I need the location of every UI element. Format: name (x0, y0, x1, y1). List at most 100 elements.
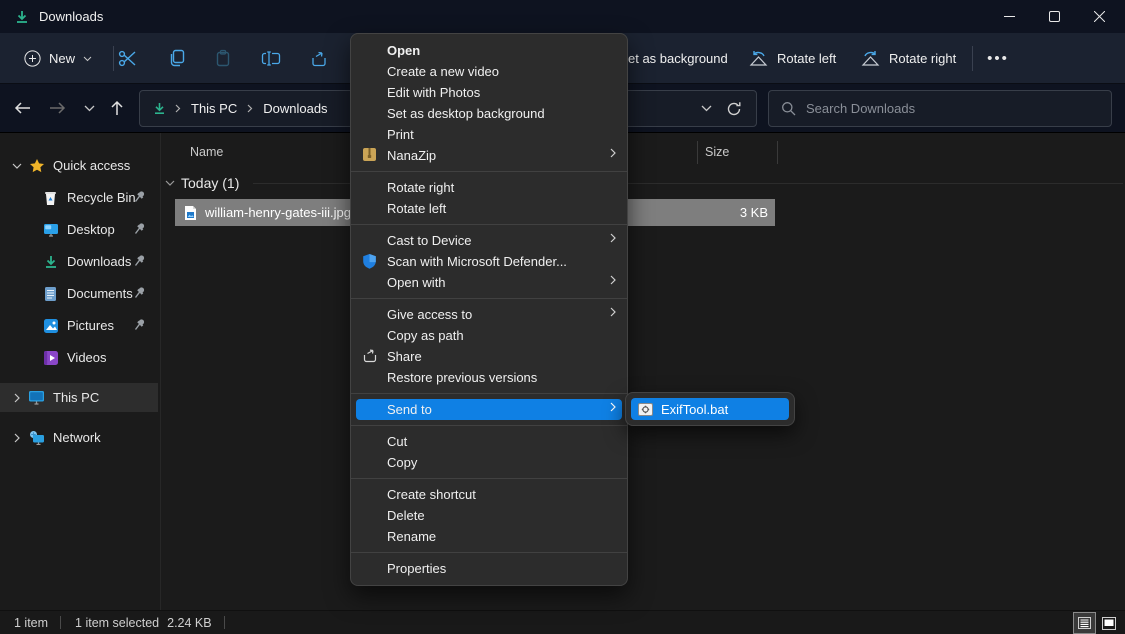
menu-item-give-access-to[interactable]: Give access to (351, 304, 627, 325)
pin-icon (134, 222, 146, 235)
rotate-left-label: Rotate left (777, 51, 836, 66)
search-box[interactable] (768, 90, 1112, 127)
menu-item-cut[interactable]: Cut (351, 431, 627, 452)
menu-item-cast-to-device[interactable]: Cast to Device (351, 230, 627, 251)
sidebar-item-videos[interactable]: Videos (0, 343, 158, 372)
set-as-background-button[interactable]: et as background (628, 33, 728, 84)
column-divider[interactable] (777, 141, 778, 164)
titlebar: Downloads (0, 0, 1125, 33)
selection-count: 1 item selected (75, 616, 159, 630)
videos-icon (42, 349, 59, 366)
maximize-button[interactable] (1032, 0, 1077, 33)
menu-item-rotate-left[interactable]: Rotate left (351, 198, 627, 219)
group-label: Today (1) (181, 175, 239, 191)
item-count: 1 item (14, 616, 48, 630)
menu-item-properties[interactable]: Properties (351, 558, 627, 579)
menu-item-rename[interactable]: Rename (351, 526, 627, 547)
sidebar-item-network[interactable]: Network (0, 423, 158, 452)
rename-button[interactable] (251, 39, 291, 77)
minimize-button[interactable] (987, 0, 1032, 33)
pin-icon (134, 286, 146, 299)
refresh-icon[interactable] (726, 101, 742, 117)
ellipsis-icon: ••• (987, 50, 1009, 67)
address-dropdown-chevron[interactable] (701, 105, 712, 112)
up-button[interactable] (101, 91, 133, 125)
search-input[interactable] (806, 101, 1086, 116)
menu-item-delete[interactable]: Delete (351, 505, 627, 526)
address-downloads-icon (152, 101, 167, 116)
group-header-today[interactable]: Today (1) (165, 171, 239, 195)
sidebar-item-downloads[interactable]: Downloads (0, 247, 158, 276)
menu-item-nanazip[interactable]: NanaZip (351, 145, 627, 166)
submenu-item-exiftool[interactable]: ExifTool.bat (631, 398, 789, 420)
sidebar-item-this-pc[interactable]: This PC (0, 383, 158, 412)
menu-item-edit-with-photos[interactable]: Edit with Photos (351, 82, 627, 103)
sidebar-item-desktop[interactable]: Desktop (0, 215, 158, 244)
send-to-submenu: ExifTool.bat (625, 392, 795, 426)
chevron-down-icon[interactable] (165, 180, 175, 186)
chevron-right-icon[interactable] (10, 393, 24, 403)
see-more-button[interactable]: ••• (978, 39, 1018, 77)
sidebar-label: Videos (67, 350, 107, 365)
sidebar-item-quick-access[interactable]: Quick access (0, 151, 158, 180)
chevron-right-icon[interactable] (10, 433, 24, 443)
name-column-header[interactable]: Name (190, 145, 223, 159)
menu-item-send-to[interactable]: Send to (356, 399, 622, 420)
rotate-left-button[interactable]: Rotate left (748, 42, 836, 75)
sidebar-item-recycle-bin[interactable]: Recycle Bin (0, 183, 158, 212)
menu-item-create-shortcut[interactable]: Create shortcut (351, 484, 627, 505)
pin-icon (134, 254, 146, 267)
new-button[interactable]: New (14, 42, 102, 75)
submenu-arrow-icon (610, 275, 616, 285)
sidebar-label: Documents (67, 286, 133, 301)
menu-label: Rotate left (387, 201, 446, 216)
size-column-header[interactable]: Size (705, 145, 729, 159)
this-pc-icon (28, 389, 45, 406)
sidebar-label: Recycle Bin (67, 190, 136, 205)
sidebar-item-pictures[interactable]: Pictures (0, 311, 158, 340)
column-divider[interactable] (697, 141, 698, 164)
menu-item-share[interactable]: Share (351, 346, 627, 367)
breadcrumb-this-pc[interactable]: This PC (185, 101, 243, 116)
menu-item-open[interactable]: Open (351, 40, 627, 61)
sidebar-item-documents[interactable]: Documents (0, 279, 158, 308)
copy-icon (168, 49, 185, 67)
submenu-arrow-icon (610, 307, 616, 317)
close-button[interactable] (1077, 0, 1122, 33)
defender-shield-icon (362, 253, 378, 269)
breadcrumb-downloads[interactable]: Downloads (257, 101, 333, 116)
large-icons-view-button[interactable] (1098, 613, 1119, 633)
menu-item-copy-as-path[interactable]: Copy as path (351, 325, 627, 346)
menu-label: Cut (387, 434, 407, 449)
forward-button[interactable] (41, 91, 73, 125)
menu-item-copy[interactable]: Copy (351, 452, 627, 473)
menu-item-open-with[interactable]: Open with (351, 272, 627, 293)
menu-label: Create shortcut (387, 487, 476, 502)
menu-item-set-as-desktop-background[interactable]: Set as desktop background (351, 103, 627, 124)
chevron-down-icon[interactable] (10, 163, 24, 169)
menu-label: Rotate right (387, 180, 454, 195)
share-button[interactable] (299, 39, 339, 77)
paste-button[interactable] (203, 39, 243, 77)
menu-separator (351, 224, 627, 225)
menu-item-create-a-new-video[interactable]: Create a new video (351, 61, 627, 82)
rotate-right-button[interactable]: Rotate right (860, 42, 956, 75)
menu-item-scan-with-defender[interactable]: Scan with Microsoft Defender... (351, 251, 627, 272)
menu-item-restore-previous-versions[interactable]: Restore previous versions (351, 367, 627, 388)
menu-item-rotate-right[interactable]: Rotate right (351, 177, 627, 198)
submenu-arrow-icon (610, 402, 616, 412)
new-button-label: New (49, 51, 75, 66)
copy-button[interactable] (156, 39, 196, 77)
menu-item-print[interactable]: Print (351, 124, 627, 145)
menu-separator (351, 552, 627, 553)
statusbar-divider (224, 616, 225, 629)
menu-label: Properties (387, 561, 446, 576)
window-title: Downloads (39, 9, 103, 24)
back-button[interactable] (6, 91, 38, 125)
sidebar-label: This PC (53, 390, 99, 405)
cut-button[interactable] (107, 39, 147, 77)
details-view-button[interactable] (1074, 613, 1095, 633)
menu-separator (351, 171, 627, 172)
menu-label: Rename (387, 529, 436, 544)
menu-label: Edit with Photos (387, 85, 480, 100)
